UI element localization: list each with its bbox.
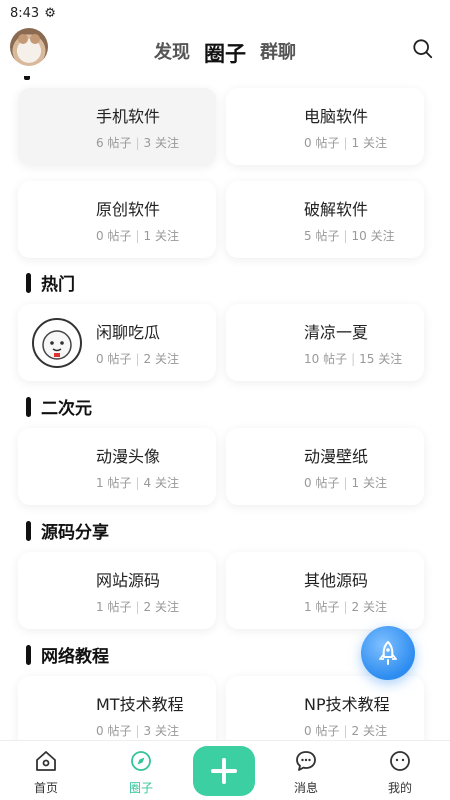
circle-card[interactable]: 动漫头像 1 帖子 | 4 关注 (18, 428, 216, 505)
circle-card[interactable]: 电脑软件 0 帖子 | 1 关注 (226, 88, 424, 165)
circle-card[interactable]: 清凉一夏 10 帖子 | 15 关注 (226, 304, 424, 381)
circle-title: 动漫壁纸 (304, 447, 369, 466)
nav-label: 消息 (293, 781, 318, 795)
section-anime: 二次元 (26, 394, 92, 419)
circle-card[interactable]: MT技术教程 0 帖子 | 3 关注 (18, 676, 216, 740)
circle-meta: 0 帖子 | 1 关注 (304, 136, 387, 150)
nav-messages[interactable]: 消息 (276, 749, 336, 796)
circle-title: 电脑软件 (304, 107, 369, 126)
circle-meta: 0 帖子 | 2 关注 (96, 352, 179, 366)
nav-label: 首页 (33, 781, 58, 795)
card-grid-hot: 闲聊吃瓜 0 帖子 | 2 关注 清凉一夏 10 帖子 | 15 关注 (18, 304, 432, 381)
compass-icon (131, 751, 151, 771)
circle-meta: 0 帖子 | 3 关注 (96, 724, 179, 738)
circle-card[interactable]: 闲聊吃瓜 0 帖子 | 2 关注 (18, 304, 216, 381)
section-title: 网络教程 (41, 647, 109, 667)
circle-meta: 5 帖子 | 10 关注 (304, 229, 395, 243)
circle-card[interactable]: 破解软件 5 帖子 | 10 关注 (226, 181, 424, 258)
card-grid-anime: 动漫头像 1 帖子 | 4 关注 动漫壁纸 0 帖子 | 1 关注 (18, 428, 432, 505)
section-bar (26, 644, 31, 665)
section-title: 二次元 (41, 399, 92, 419)
circle-card[interactable]: NP技术教程 0 帖子 | 2 关注 (226, 676, 424, 740)
section-bar (26, 396, 31, 417)
circle-avatar-icon (32, 318, 82, 368)
circle-meta: 10 帖子 | 15 关注 (304, 352, 403, 366)
circle-meta: 0 帖子 | 1 关注 (304, 476, 387, 490)
gear-icon: ⚙ (44, 5, 56, 21)
circle-title: MT技术教程 (96, 695, 184, 714)
tab-discover[interactable]: 发现 (154, 38, 190, 68)
circle-title: 破解软件 (304, 200, 369, 219)
circle-card[interactable]: 网站源码 1 帖子 | 2 关注 (18, 552, 216, 629)
rocket-icon (379, 641, 397, 665)
section-bar (26, 272, 31, 293)
section-title: 热门 (41, 275, 75, 295)
home-icon (36, 751, 56, 771)
status-time: 8:43 (10, 5, 40, 21)
circle-title: 闲聊吃瓜 (96, 323, 161, 342)
smile-face-icon (390, 751, 410, 771)
bottom-nav: 首页 圈子 消息 我的 (0, 740, 450, 800)
nav-label: 圈子 (128, 781, 153, 795)
section-source-code: 源码分享 (26, 518, 109, 543)
nav-profile[interactable]: 我的 (370, 749, 430, 796)
circle-card[interactable]: 手机软件 6 帖子 | 3 关注 (18, 88, 216, 165)
circle-meta: 6 帖子 | 3 关注 (96, 136, 179, 150)
rocket-fab-button[interactable] (361, 626, 415, 680)
add-post-button[interactable] (193, 746, 255, 796)
section-bar (26, 520, 31, 541)
top-tabs: 发现 圈子 群聊 (0, 38, 450, 68)
circle-title: 手机软件 (96, 107, 161, 126)
circle-title: 原创软件 (96, 200, 161, 219)
section-title: 源码分享 (41, 523, 109, 543)
card-grid-tutorials: MT技术教程 0 帖子 | 3 关注 NP技术教程 0 帖子 | 2 关注 (18, 676, 432, 740)
circle-title: 其他源码 (304, 571, 369, 590)
circle-card[interactable]: 原创软件 0 帖子 | 1 关注 (18, 181, 216, 258)
plus-icon (211, 758, 237, 784)
circle-meta: 0 帖子 | 2 关注 (304, 724, 387, 738)
circle-meta: 1 帖子 | 4 关注 (96, 476, 179, 490)
circle-title: NP技术教程 (304, 695, 390, 714)
circle-meta: 1 帖子 | 2 关注 (304, 600, 387, 614)
section-hot: 热门 (26, 270, 75, 295)
search-icon[interactable] (412, 38, 434, 60)
section-tutorials: 网络教程 (26, 642, 109, 667)
chat-icon (296, 751, 316, 771)
circle-meta: 1 帖子 | 2 关注 (96, 600, 179, 614)
top-header: 发现 圈子 群聊 (0, 26, 450, 76)
tab-group-chat[interactable]: 群聊 (260, 38, 296, 68)
circle-title: 动漫头像 (96, 447, 161, 466)
scroll-marker (24, 76, 30, 80)
nav-label: 我的 (387, 781, 412, 795)
tab-circles[interactable]: 圈子 (204, 38, 246, 68)
nav-home[interactable]: 首页 (16, 749, 76, 796)
card-grid-software: 手机软件 6 帖子 | 3 关注 电脑软件 0 帖子 | 1 关注 原创软件 0 帖子 |… (18, 88, 432, 258)
card-grid-source-code: 网站源码 1 帖子 | 2 关注 其他源码 1 帖子 | 2 关注 (18, 552, 432, 629)
status-bar: 8:43 ⚙ (0, 0, 450, 26)
circle-card[interactable]: 动漫壁纸 0 帖子 | 1 关注 (226, 428, 424, 505)
circle-meta: 0 帖子 | 1 关注 (96, 229, 179, 243)
circle-title: 清凉一夏 (304, 323, 369, 342)
circle-title: 网站源码 (96, 571, 161, 590)
circle-card[interactable]: 其他源码 1 帖子 | 2 关注 (226, 552, 424, 629)
nav-circles[interactable]: 圈子 (111, 749, 171, 796)
